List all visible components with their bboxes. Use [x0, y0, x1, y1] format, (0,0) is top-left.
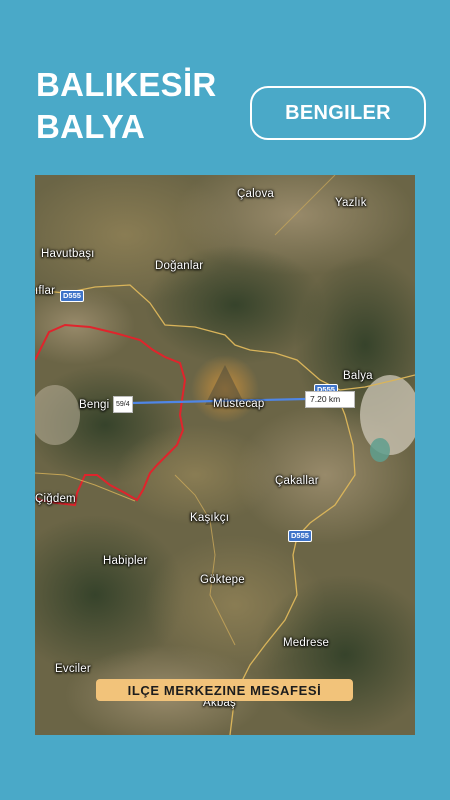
- page-title: BALIKESİR BALYA: [36, 64, 217, 148]
- place-yazlik: Yazlık: [335, 197, 367, 209]
- distance-banner: ILÇE MERKEZINE MESAFESİ: [96, 679, 353, 701]
- road-shield-d555-top: D555: [60, 290, 84, 302]
- location-button[interactable]: BENGILER: [250, 86, 426, 140]
- road-shield-d555-bottom: D555: [288, 530, 312, 542]
- place-havutbasi: Havutbaşı: [41, 248, 95, 260]
- place-evciler: Evciler: [55, 663, 91, 675]
- distance-label[interactable]: 7.20 km: [305, 391, 355, 408]
- place-cilar: ıflar: [35, 285, 56, 297]
- place-cigdem: Çiğdem: [35, 493, 76, 505]
- place-bengi: Bengi: [79, 399, 110, 411]
- satellite-map[interactable]: Çalova Yazlık Havutbaşı Doğanlar ıflar B…: [35, 175, 415, 735]
- place-calova: Çalova: [237, 188, 274, 200]
- place-medrese: Medrese: [283, 637, 330, 649]
- title-province: BALIKESİR: [36, 66, 217, 103]
- place-habipler: Habipler: [103, 555, 148, 567]
- title-district: BALYA: [36, 108, 146, 145]
- place-cakallar: Çakallar: [275, 475, 319, 487]
- measure-start-marker[interactable]: 59/4: [113, 396, 133, 413]
- place-balya: Balya: [343, 370, 373, 382]
- place-doganlar: Doğanlar: [155, 260, 204, 272]
- place-goktepe: Göktepe: [200, 574, 245, 586]
- place-mustecap: Müstecap: [213, 398, 265, 410]
- place-kasikci: Kaşıkçı: [190, 512, 230, 524]
